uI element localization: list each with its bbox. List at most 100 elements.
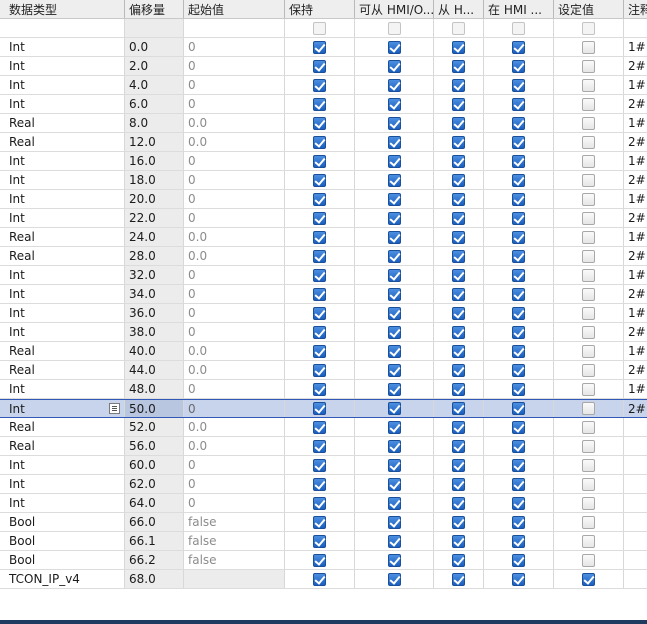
- start-value-cell[interactable]: 0: [184, 209, 285, 227]
- setpoint-checkbox[interactable]: [554, 57, 624, 75]
- data-type-cell[interactable]: Bool: [0, 532, 125, 550]
- table-row[interactable]: Int 6.0 0 2#: [0, 95, 647, 114]
- retain-checkbox[interactable]: [285, 247, 355, 265]
- retain-checkbox[interactable]: [285, 513, 355, 531]
- table-row[interactable]: Int 0.0 0 1#: [0, 38, 647, 57]
- comment-cell[interactable]: 1#: [624, 38, 647, 56]
- table-row[interactable]: Int 36.0 0 1#: [0, 304, 647, 323]
- data-type-cell[interactable]: Int: [0, 400, 125, 417]
- start-value-cell[interactable]: 0.0: [184, 418, 285, 436]
- data-type-cell[interactable]: Int: [0, 190, 125, 208]
- table-row[interactable]: Bool 66.1 false: [0, 532, 647, 551]
- comment-cell[interactable]: [624, 532, 647, 550]
- hmi-visible-checkbox[interactable]: [484, 456, 554, 474]
- hmi-visible-checkbox[interactable]: [484, 418, 554, 436]
- comment-cell[interactable]: 2#: [624, 285, 647, 303]
- hmi-visible-checkbox[interactable]: [484, 152, 554, 170]
- hmi-accessible-checkbox[interactable]: [355, 513, 434, 531]
- table-row[interactable]: Int 32.0 0 1#: [0, 266, 647, 285]
- comment-cell[interactable]: [624, 456, 647, 474]
- comment-cell[interactable]: [624, 513, 647, 531]
- comment-cell[interactable]: 2#: [624, 323, 647, 341]
- hmi-accessible-checkbox[interactable]: [355, 171, 434, 189]
- retain-checkbox[interactable]: [285, 171, 355, 189]
- retain-checkbox[interactable]: [285, 190, 355, 208]
- start-value-cell[interactable]: 0: [184, 475, 285, 493]
- data-type-cell[interactable]: Int: [0, 323, 125, 341]
- start-value-cell[interactable]: 0: [184, 152, 285, 170]
- retain-checkbox[interactable]: [285, 532, 355, 550]
- data-type-cell[interactable]: Int: [0, 76, 125, 94]
- hmi-writable-checkbox[interactable]: [434, 133, 484, 151]
- retain-checkbox[interactable]: [285, 266, 355, 284]
- hmi-writable-checkbox[interactable]: [434, 285, 484, 303]
- start-value-cell[interactable]: 0: [184, 38, 285, 56]
- comment-cell[interactable]: 1#: [624, 266, 647, 284]
- hmi-writable-checkbox[interactable]: [434, 513, 484, 531]
- start-value-cell[interactable]: 0: [184, 380, 285, 398]
- table-row[interactable]: Int 60.0 0: [0, 456, 647, 475]
- comment-cell[interactable]: [624, 570, 647, 588]
- table-row[interactable]: Int 22.0 0 2#: [0, 209, 647, 228]
- comment-cell[interactable]: 2#: [624, 361, 647, 379]
- retain-all-checkbox[interactable]: [285, 19, 355, 37]
- column-header-comment[interactable]: 注释: [624, 0, 647, 18]
- hmi-accessible-checkbox[interactable]: [355, 380, 434, 398]
- table-row[interactable]: Int 20.0 0 1#: [0, 190, 647, 209]
- hmi-accessible-checkbox[interactable]: [355, 228, 434, 246]
- retain-checkbox[interactable]: [285, 418, 355, 436]
- comment-cell[interactable]: [624, 437, 647, 455]
- comment-cell[interactable]: 2#: [624, 133, 647, 151]
- comment-cell[interactable]: [624, 475, 647, 493]
- retain-checkbox[interactable]: [285, 475, 355, 493]
- column-header-start-value[interactable]: 起始值: [184, 0, 285, 18]
- hmi-accessible-all-checkbox[interactable]: [355, 19, 434, 37]
- table-row[interactable]: Int 50.0 0 2#: [0, 399, 647, 418]
- hmi-writable-checkbox[interactable]: [434, 95, 484, 113]
- table-row[interactable]: Real 24.0 0.0 1#: [0, 228, 647, 247]
- data-type-cell[interactable]: Int: [0, 456, 125, 474]
- hmi-visible-checkbox[interactable]: [484, 400, 554, 417]
- hmi-writable-checkbox[interactable]: [434, 494, 484, 512]
- hmi-visible-checkbox[interactable]: [484, 570, 554, 588]
- hmi-visible-checkbox[interactable]: [484, 171, 554, 189]
- hmi-writable-checkbox[interactable]: [434, 38, 484, 56]
- hmi-writable-checkbox[interactable]: [434, 247, 484, 265]
- hmi-accessible-checkbox[interactable]: [355, 190, 434, 208]
- retain-checkbox[interactable]: [285, 551, 355, 569]
- column-header-hmi-accessible[interactable]: 可从 HMI/O...: [355, 0, 434, 18]
- setpoint-checkbox[interactable]: [554, 437, 624, 455]
- hmi-accessible-checkbox[interactable]: [355, 475, 434, 493]
- data-type-cell[interactable]: Int: [0, 494, 125, 512]
- start-value-cell[interactable]: false: [184, 513, 285, 531]
- hmi-visible-checkbox[interactable]: [484, 285, 554, 303]
- table-row[interactable]: Real 8.0 0.0 1#: [0, 114, 647, 133]
- table-row[interactable]: Int 2.0 0 2#: [0, 57, 647, 76]
- comment-cell[interactable]: 1#: [624, 76, 647, 94]
- hmi-accessible-checkbox[interactable]: [355, 323, 434, 341]
- data-type-cell[interactable]: Int: [0, 304, 125, 322]
- hmi-visible-checkbox[interactable]: [484, 475, 554, 493]
- setpoint-checkbox[interactable]: [554, 400, 624, 417]
- table-row[interactable]: Int 62.0 0: [0, 475, 647, 494]
- data-type-cell[interactable]: Real: [0, 437, 125, 455]
- hmi-writable-checkbox[interactable]: [434, 76, 484, 94]
- start-value-cell[interactable]: 0.0: [184, 361, 285, 379]
- table-row[interactable]: Int 4.0 0 1#: [0, 76, 647, 95]
- setpoint-checkbox[interactable]: [554, 38, 624, 56]
- retain-checkbox[interactable]: [285, 342, 355, 360]
- start-value-cell[interactable]: 0: [184, 76, 285, 94]
- setpoint-checkbox[interactable]: [554, 456, 624, 474]
- start-value-cell[interactable]: 0: [184, 266, 285, 284]
- retain-checkbox[interactable]: [285, 570, 355, 588]
- data-type-cell[interactable]: Real: [0, 114, 125, 132]
- hmi-writable-checkbox[interactable]: [434, 475, 484, 493]
- hmi-writable-checkbox[interactable]: [434, 266, 484, 284]
- table-row[interactable]: Real 52.0 0.0: [0, 418, 647, 437]
- retain-checkbox[interactable]: [285, 152, 355, 170]
- hmi-accessible-checkbox[interactable]: [355, 76, 434, 94]
- table-row[interactable]: Real 12.0 0.0 2#: [0, 133, 647, 152]
- hmi-accessible-checkbox[interactable]: [355, 57, 434, 75]
- table-row[interactable]: Bool 66.2 false: [0, 551, 647, 570]
- start-value-cell[interactable]: 0.0: [184, 247, 285, 265]
